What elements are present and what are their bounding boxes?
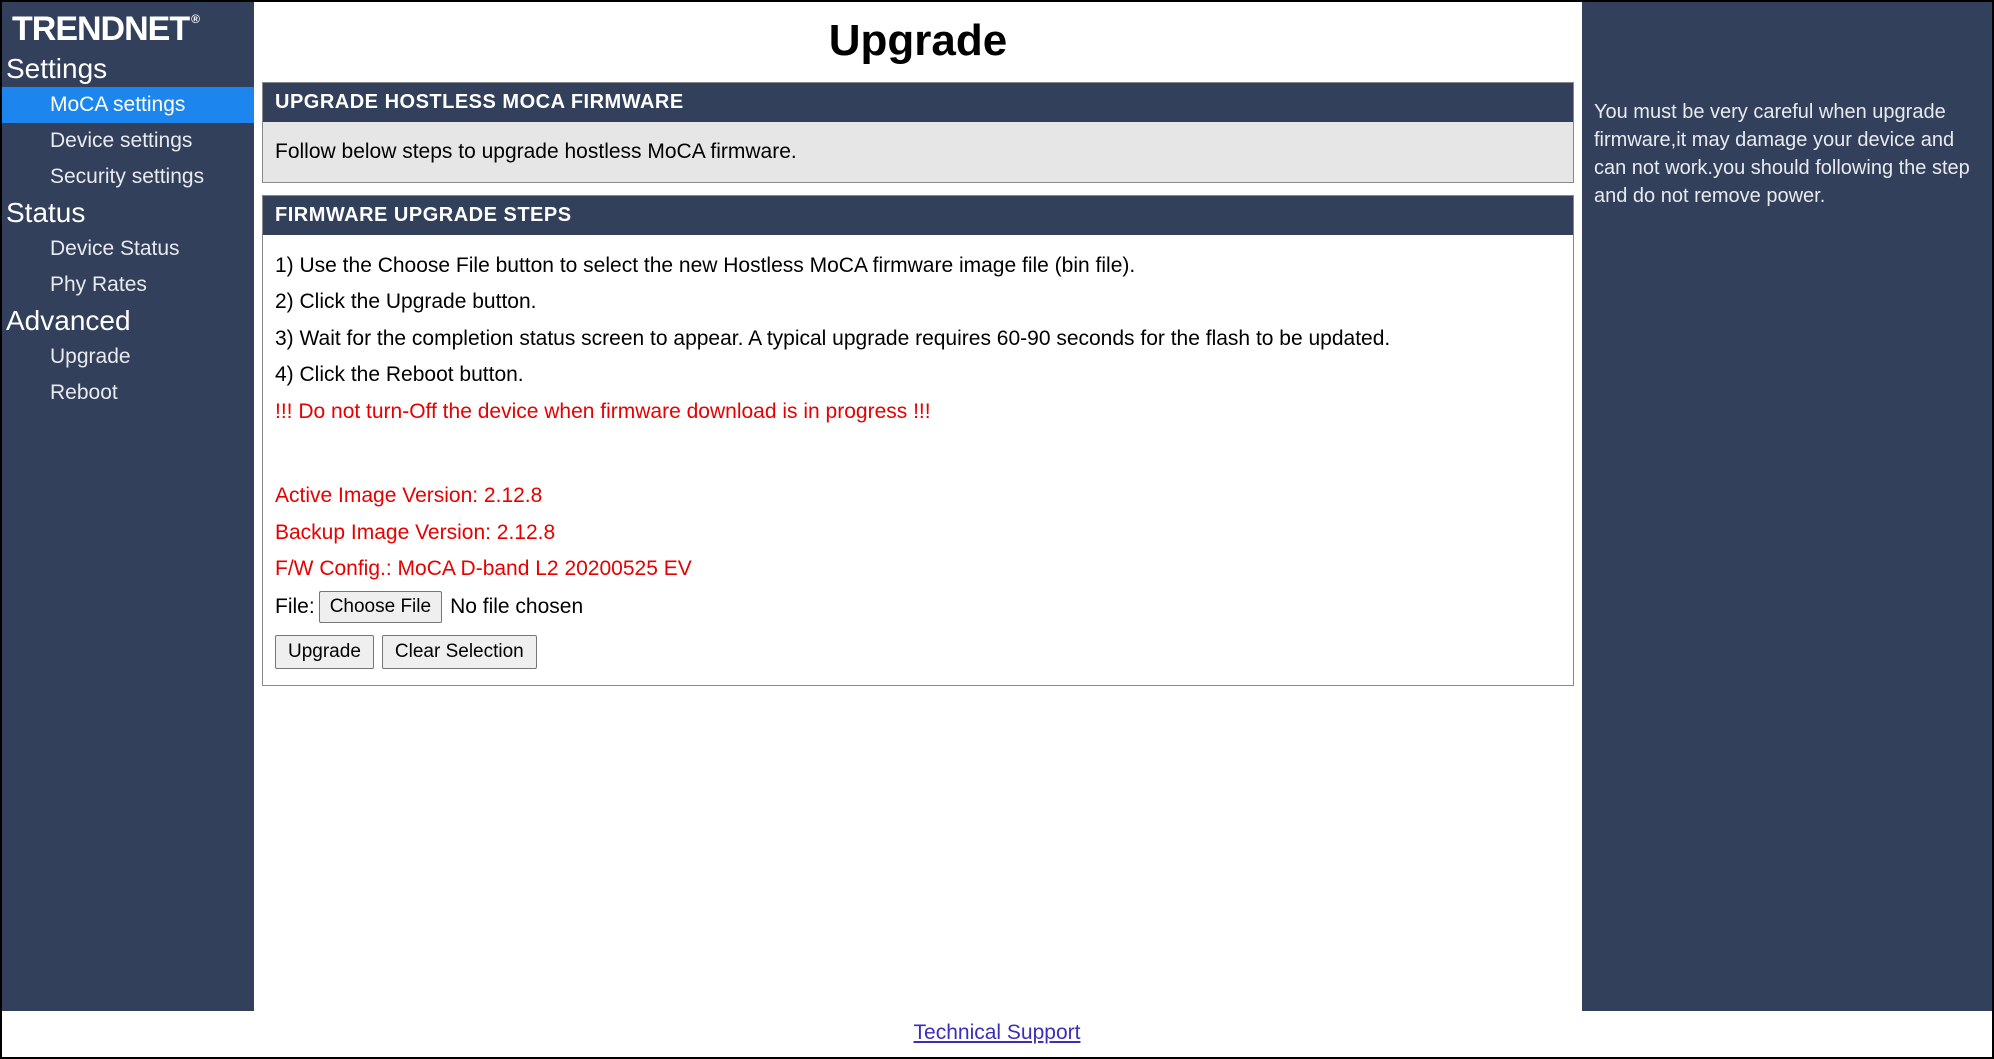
step-2: 2) Click the Upgrade button. bbox=[275, 287, 1561, 317]
fw-config: F/W Config.: MoCA D-band L2 20200525 EV bbox=[275, 554, 1561, 584]
step-3: 3) Wait for the completion status screen… bbox=[275, 324, 1561, 354]
panel-upgrade-hostless: UPGRADE HOSTLESS MOCA FIRMWARE Follow be… bbox=[262, 82, 1574, 183]
sidebar-item-device-status[interactable]: Device Status bbox=[2, 231, 254, 267]
clear-selection-button[interactable]: Clear Selection bbox=[382, 635, 537, 669]
technical-support-link[interactable]: Technical Support bbox=[914, 1021, 1081, 1044]
file-chosen-status: No file chosen bbox=[450, 595, 583, 619]
sidebar-item-device-settings[interactable]: Device settings bbox=[2, 123, 254, 159]
panel-header-upgrade-hostless: UPGRADE HOSTLESS MOCA FIRMWARE bbox=[263, 83, 1573, 122]
brand-logo: TRENDNET® bbox=[2, 6, 254, 51]
file-label: File: bbox=[275, 595, 315, 619]
backup-image-version: Backup Image Version: 2.12.8 bbox=[275, 518, 1561, 548]
nav-section-status: Status bbox=[2, 195, 254, 231]
help-text: You must be very careful when upgrade fi… bbox=[1594, 98, 1980, 210]
sidebar: TRENDNET® Settings MoCA settings Device … bbox=[2, 2, 254, 1011]
panel-firmware-steps: FIRMWARE UPGRADE STEPS 1) Use the Choose… bbox=[262, 195, 1574, 686]
sidebar-item-phy-rates[interactable]: Phy Rates bbox=[2, 267, 254, 303]
choose-file-button[interactable]: Choose File bbox=[319, 591, 442, 623]
registered-mark: ® bbox=[191, 12, 199, 26]
panel-header-firmware-steps: FIRMWARE UPGRADE STEPS bbox=[263, 196, 1573, 235]
sidebar-item-security-settings[interactable]: Security settings bbox=[2, 159, 254, 195]
sidebar-item-moca-settings[interactable]: MoCA settings bbox=[2, 87, 254, 123]
active-image-version: Active Image Version: 2.12.8 bbox=[275, 481, 1561, 511]
sidebar-item-upgrade[interactable]: Upgrade bbox=[2, 339, 254, 375]
footer: Technical Support bbox=[2, 1011, 1992, 1057]
nav-section-settings: Settings bbox=[2, 51, 254, 87]
page-title: Upgrade bbox=[254, 2, 1582, 82]
file-row: File: Choose File No file chosen bbox=[275, 591, 1561, 623]
main-content: Upgrade UPGRADE HOSTLESS MOCA FIRMWARE F… bbox=[254, 2, 1582, 1011]
step-4: 4) Click the Reboot button. bbox=[275, 360, 1561, 390]
sidebar-item-reboot[interactable]: Reboot bbox=[2, 375, 254, 411]
help-panel: You must be very careful when upgrade fi… bbox=[1582, 2, 1992, 1011]
step-1: 1) Use the Choose File button to select … bbox=[275, 251, 1561, 281]
warning-text: !!! Do not turn-Off the device when firm… bbox=[275, 397, 1561, 427]
brand-text: TRENDNET bbox=[12, 10, 189, 48]
nav-section-advanced: Advanced bbox=[2, 303, 254, 339]
upgrade-button[interactable]: Upgrade bbox=[275, 635, 374, 669]
panel-intro-text: Follow below steps to upgrade hostless M… bbox=[263, 122, 1573, 182]
